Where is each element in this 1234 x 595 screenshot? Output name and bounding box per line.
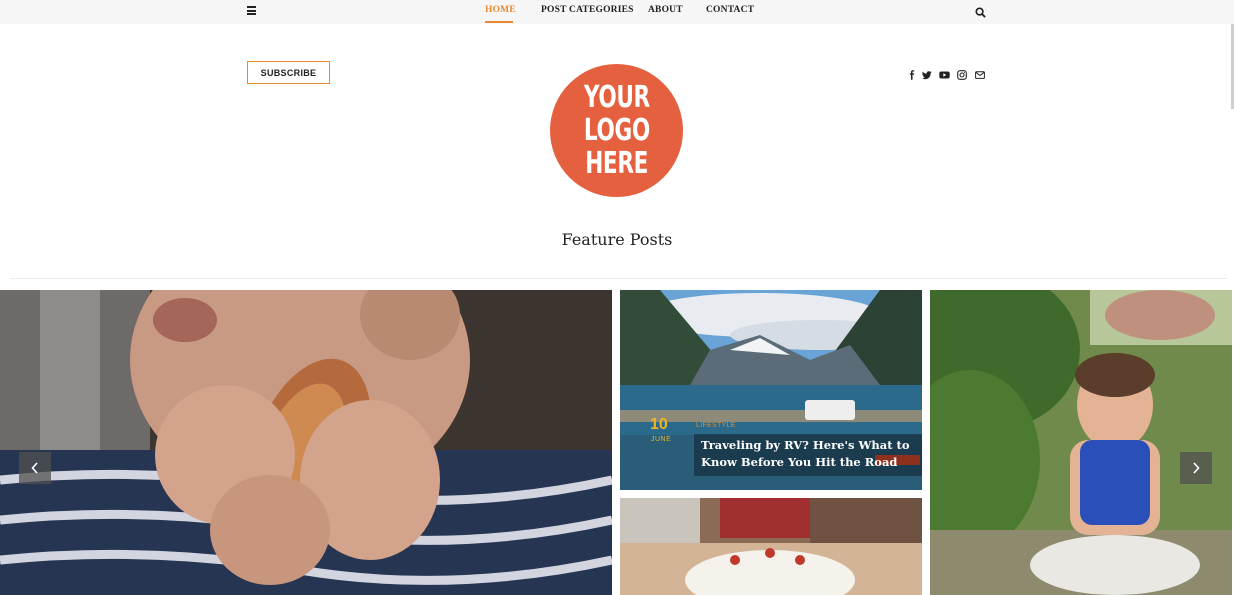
post-date-month: JUNE <box>651 436 672 443</box>
feature-post-baby-eating[interactable] <box>0 290 612 595</box>
logo-line: HERE <box>585 146 648 181</box>
post-image-baby-garden <box>930 290 1232 595</box>
menu-icon[interactable] <box>247 6 256 15</box>
chevron-left-icon <box>31 462 38 474</box>
slider-prev-button[interactable] <box>19 452 51 484</box>
top-nav-bar: HOME POST CATEGORIES ABOUT CONTACT <box>0 0 1234 24</box>
slider-next-button[interactable] <box>1180 452 1212 484</box>
post-image-cake <box>620 498 922 595</box>
nav-item-about[interactable]: ABOUT <box>648 5 683 15</box>
divider <box>10 278 1228 279</box>
section-title: Feature Posts <box>561 230 673 249</box>
nav-item-contact[interactable]: CONTACT <box>706 5 754 15</box>
instagram-icon[interactable] <box>957 67 967 85</box>
post-title[interactable]: Traveling by RV? Here's What to Know Bef… <box>701 437 916 471</box>
nav-item-post-categories[interactable]: POST CATEGORIES <box>541 5 634 15</box>
site-logo[interactable]: YOUR LOGO HERE <box>550 64 683 197</box>
search-icon[interactable] <box>975 5 987 18</box>
nav-active-indicator <box>485 21 513 23</box>
feature-post-cake[interactable] <box>620 498 922 595</box>
youtube-icon[interactable] <box>939 67 951 85</box>
logo-line: YOUR <box>583 80 650 115</box>
feature-post-baby-garden[interactable] <box>930 290 1232 595</box>
facebook-icon[interactable] <box>907 67 917 85</box>
post-category[interactable]: LIFESTYLE <box>696 422 736 429</box>
nav-item-home[interactable]: HOME <box>485 5 516 15</box>
subscribe-button[interactable]: SUBSCRIBE <box>247 61 330 84</box>
post-date-day: 10 <box>650 416 668 433</box>
mail-icon[interactable] <box>975 67 985 85</box>
logo-line: LOGO <box>583 113 650 148</box>
twitter-icon[interactable] <box>922 67 932 85</box>
post-image-baby-eating <box>0 290 612 595</box>
chevron-right-icon <box>1193 462 1200 474</box>
